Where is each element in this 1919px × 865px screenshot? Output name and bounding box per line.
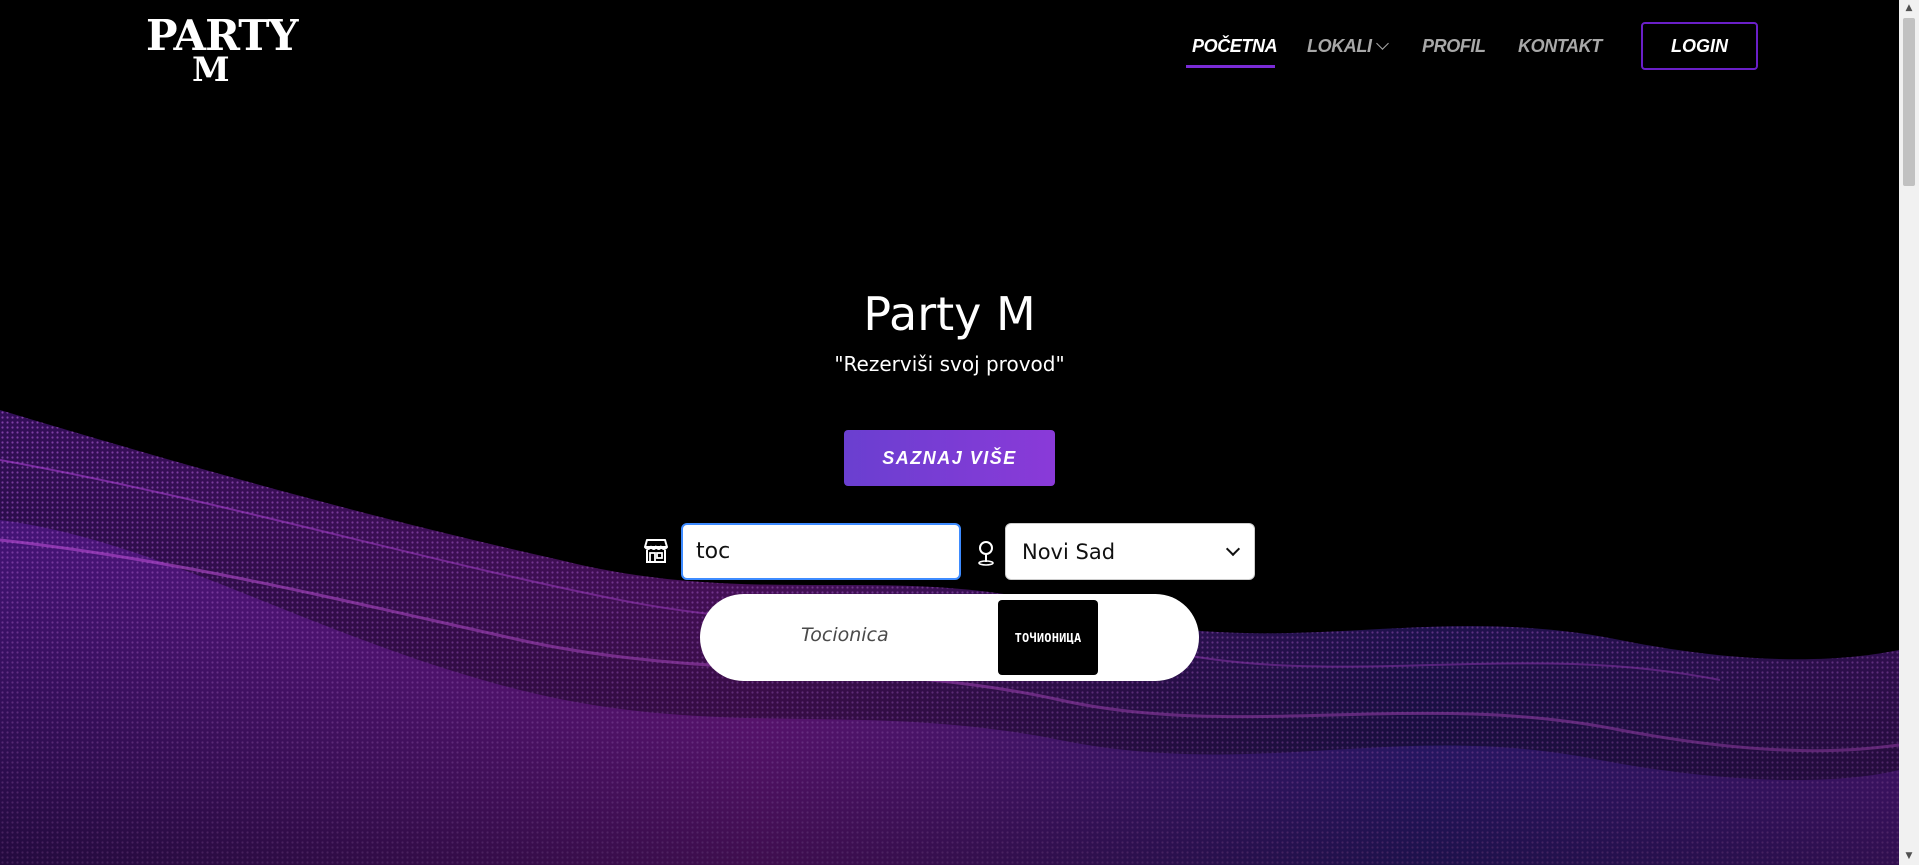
- site-logo[interactable]: PARTY M: [146, 14, 299, 91]
- map-pin-icon: [978, 541, 994, 566]
- nav-item-pocetna[interactable]: POČETNA: [1192, 36, 1278, 57]
- nav-item-lokali-label: LOKALI: [1307, 36, 1372, 56]
- chevron-down-icon: [1225, 541, 1241, 557]
- scroll-up-arrow-icon[interactable]: ▲: [1899, 0, 1919, 17]
- scroll-down-arrow-icon[interactable]: ▼: [1899, 848, 1919, 865]
- active-nav-underline: [1186, 65, 1275, 68]
- nav-item-lokali[interactable]: LOKALI: [1307, 36, 1389, 57]
- hero-title: Party M: [863, 286, 1036, 341]
- page-scrollbar[interactable]: ▲ ▼: [1899, 0, 1919, 865]
- login-button[interactable]: LOGIN: [1641, 22, 1758, 70]
- city-select-value: Novi Sad: [1022, 539, 1116, 564]
- nav-item-profil[interactable]: PROFIL: [1422, 36, 1486, 57]
- chevron-down-icon: [1375, 37, 1389, 50]
- store-icon: [644, 539, 668, 563]
- hero-subtitle: "Rezerviši svoj provod": [834, 352, 1065, 376]
- logo-text-bottom: M: [192, 50, 230, 90]
- venue-search-input[interactable]: [681, 523, 961, 580]
- search-result-thumbnail-text: ТОЧИОНИЦА: [1014, 630, 1082, 645]
- search-result-name: Tocionica: [801, 624, 889, 646]
- scroll-thumb[interactable]: [1903, 18, 1915, 186]
- city-select[interactable]: Novi Sad: [1005, 523, 1255, 580]
- search-result-item[interactable]: Tocionica ТОЧИОНИЦА: [700, 594, 1199, 681]
- learn-more-button[interactable]: SAZNAJ VIŠE: [844, 430, 1055, 486]
- nav-item-kontakt[interactable]: KONTAKT: [1518, 36, 1602, 57]
- search-result-thumbnail: ТОЧИОНИЦА: [998, 600, 1098, 675]
